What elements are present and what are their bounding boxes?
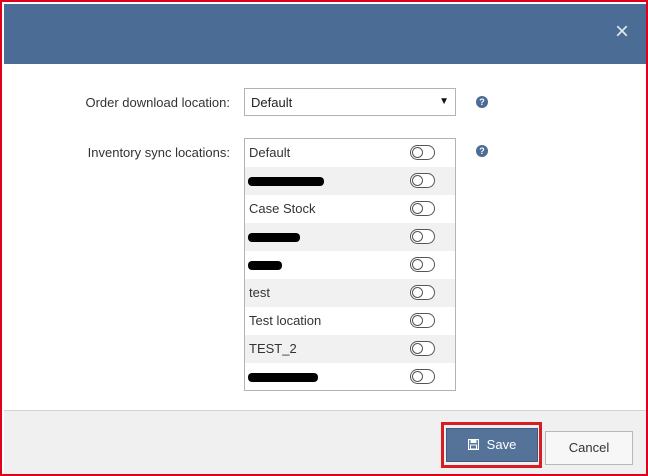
location-toggle[interactable] [410, 369, 435, 384]
cancel-button[interactable]: Cancel [545, 431, 633, 465]
select-value: Default [251, 95, 293, 110]
toggle-knob [412, 287, 423, 298]
location-row: Test location [245, 307, 455, 335]
location-row: TEST_2 [245, 335, 455, 363]
location-name: TEST_2 [249, 341, 297, 356]
location-toggle[interactable] [410, 229, 435, 244]
toggle-knob [412, 147, 423, 158]
location-toggle[interactable] [410, 285, 435, 300]
redacted-location-name [248, 261, 282, 270]
inventory-sync-location-list: Default Case Stock test Test location TEST_2 [244, 138, 456, 391]
toggle-knob [412, 259, 423, 270]
close-icon[interactable]: × [610, 20, 634, 44]
location-row [245, 251, 455, 279]
toggle-knob [412, 315, 423, 326]
location-row: test [245, 279, 455, 307]
redacted-location-name [248, 177, 324, 186]
location-toggle[interactable] [410, 201, 435, 216]
location-row [245, 363, 455, 390]
redacted-location-name [248, 373, 318, 382]
toggle-knob [412, 175, 423, 186]
location-toggle[interactable] [410, 145, 435, 160]
toggle-knob [412, 203, 423, 214]
order-download-location-select[interactable]: Default ▼ [244, 88, 456, 116]
location-toggle[interactable] [410, 341, 435, 356]
modal-header: × [4, 4, 646, 64]
location-toggle[interactable] [410, 173, 435, 188]
location-row [245, 167, 455, 195]
location-row [245, 223, 455, 251]
screenshot-frame: × Order download location: Default ▼ ? I… [0, 0, 648, 476]
location-toggle[interactable] [410, 313, 435, 328]
order-download-location-label: Order download location: [85, 95, 230, 110]
help-icon[interactable]: ? [476, 145, 488, 157]
toggle-knob [412, 343, 423, 354]
caret-down-icon: ▼ [439, 96, 449, 107]
toggle-knob [412, 231, 423, 242]
help-icon[interactable]: ? [476, 96, 488, 108]
location-row: Case Stock [245, 195, 455, 223]
location-name: test [249, 285, 270, 300]
location-toggle[interactable] [410, 257, 435, 272]
location-name: Test location [249, 313, 322, 328]
toggle-knob [412, 371, 423, 382]
inventory-sync-locations-label: Inventory sync locations: [87, 145, 230, 160]
save-button[interactable]: Save [446, 428, 538, 462]
modal-footer: Save Cancel [4, 410, 646, 474]
modal-body: Order download location: Default ▼ ? Inv… [4, 64, 646, 410]
location-row: Default [245, 139, 455, 167]
floppy-disk-icon [467, 439, 479, 450]
location-name: Default [249, 145, 291, 160]
redacted-location-name [248, 233, 300, 242]
location-name: Case Stock [249, 201, 316, 216]
save-button-label: Save [486, 437, 517, 452]
